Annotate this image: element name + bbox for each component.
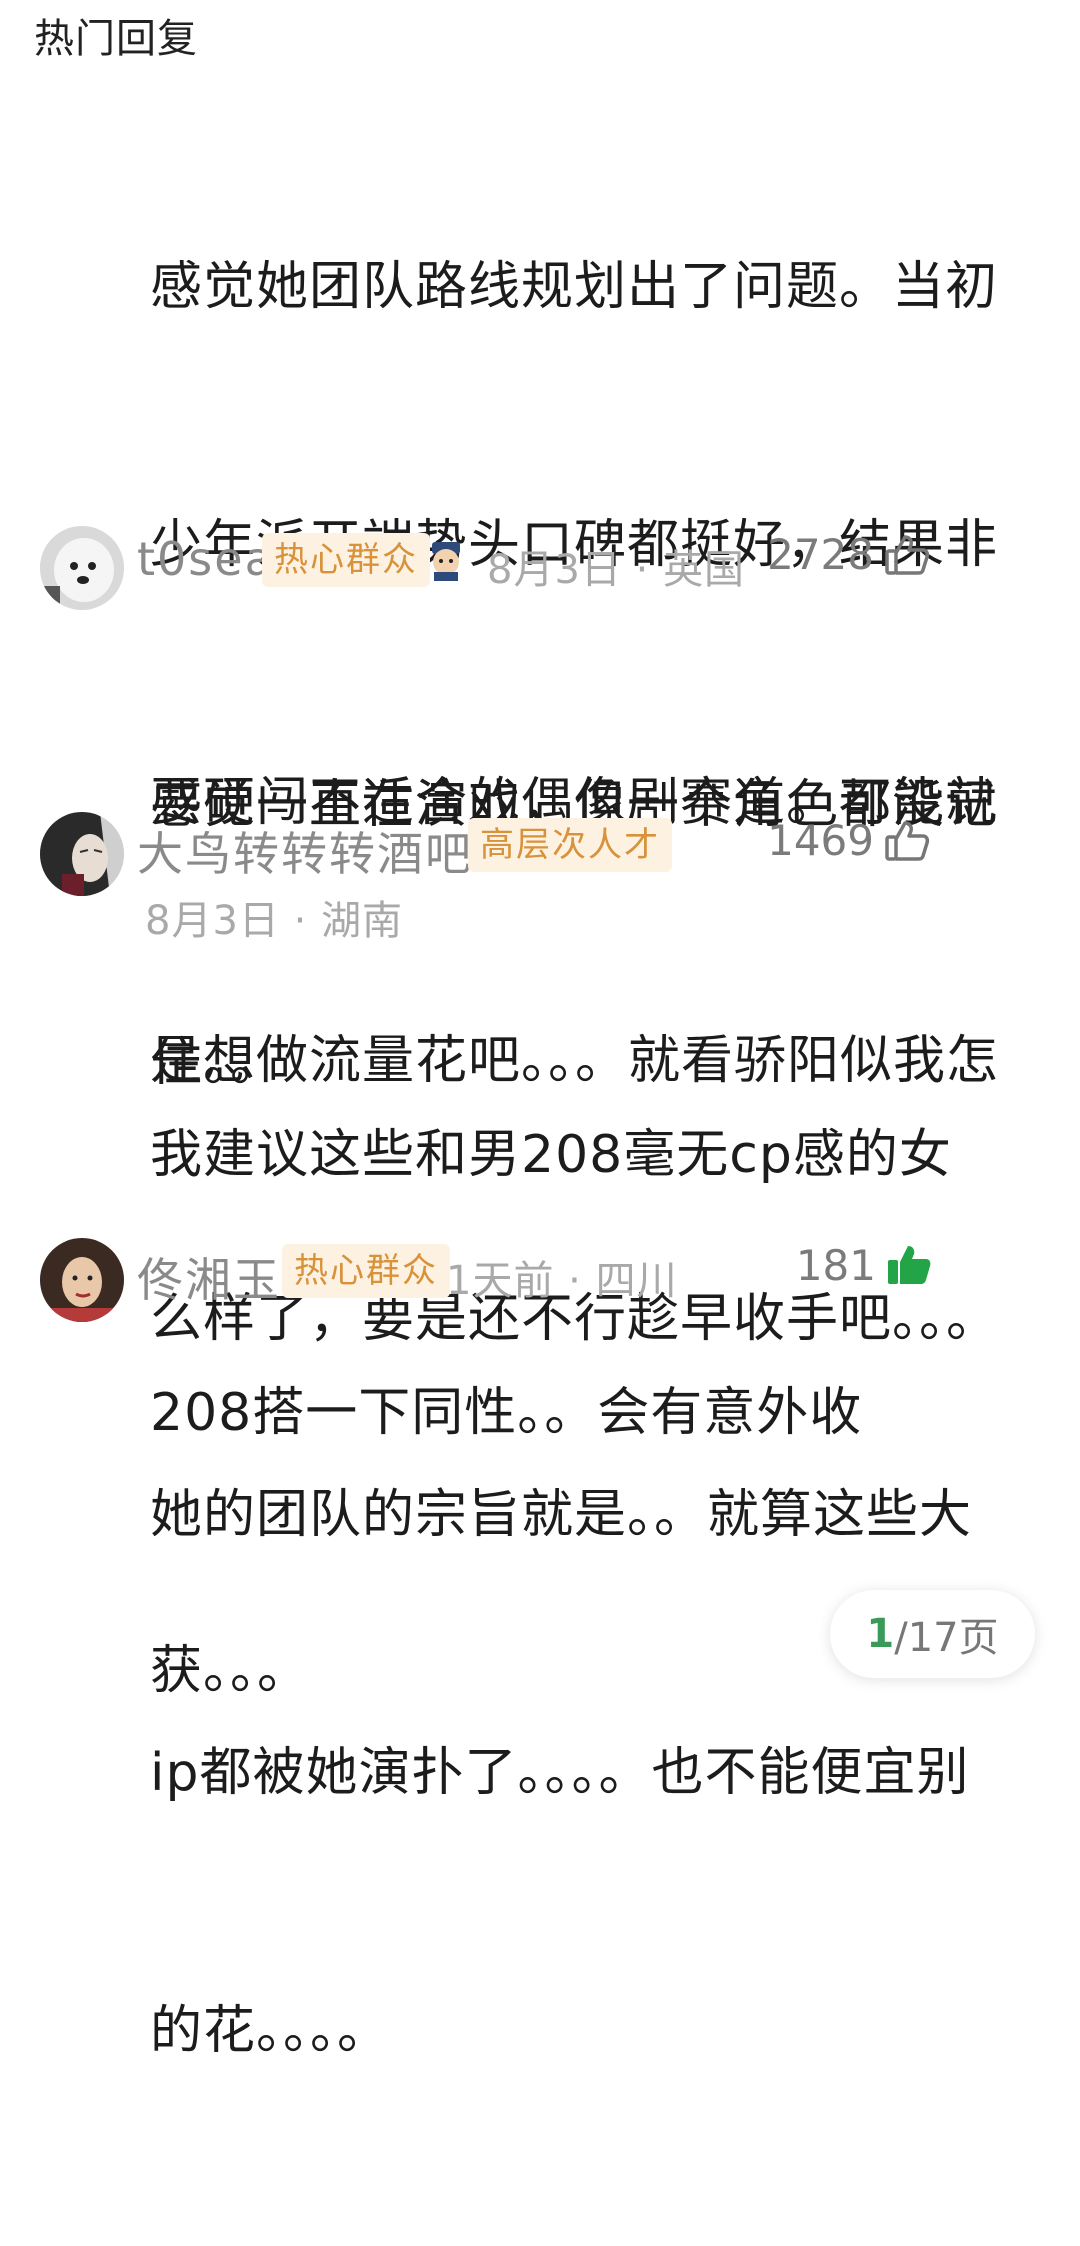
- comment-date: 1天前: [446, 1258, 555, 1304]
- comment-text: 她的团队的宗旨就是。。就算这些大 ip都被她演扑了。。。。也不能便宜别 的花。。…: [150, 1300, 1050, 2246]
- like-thumb-filled-icon[interactable]: [885, 1241, 933, 1289]
- comment-location: 英国: [663, 547, 746, 593]
- total-pages: /17页: [894, 1615, 999, 1661]
- section-title: 热门回复: [34, 16, 198, 62]
- comment-line: ip都被她演扑了。。。。也不能便宜别: [150, 1743, 970, 1803]
- page-indicator[interactable]: 1 /17页: [830, 1590, 1035, 1678]
- username[interactable]: t0sea: [137, 532, 275, 586]
- user-badge: 热心群众: [282, 1244, 450, 1298]
- comment-date: 8月3日: [145, 898, 280, 944]
- comment-line: 我建议这些和男208毫无cp感的女: [150, 1125, 952, 1185]
- user-badge: 高层次人才: [468, 818, 672, 872]
- comment-line: 感觉她团队路线规划出了问题。当初: [150, 257, 999, 317]
- comment-date: 8月3日: [487, 547, 622, 593]
- avatar[interactable]: [40, 812, 124, 896]
- meta-separator: ·: [635, 547, 664, 593]
- like-count: 1469: [767, 816, 874, 865]
- comment-location: 四川: [595, 1258, 678, 1304]
- like-thumb-icon[interactable]: [883, 817, 931, 865]
- comment-meta: 8月3日 · 湖南: [145, 888, 403, 946]
- comment-line: 的花。。。。: [150, 2001, 391, 2061]
- comment-meta: 1天前 · 四川: [446, 1248, 678, 1306]
- like-count: 2728: [767, 530, 874, 579]
- comment-meta: 8月3日 · 英国: [487, 537, 745, 595]
- avatar[interactable]: [40, 526, 124, 610]
- like-thumb-icon[interactable]: [883, 531, 931, 579]
- user-badge: 热心群众: [262, 533, 430, 587]
- comment-line: 她的团队的宗旨就是。。就算这些大: [150, 1485, 973, 1545]
- current-page: 1: [866, 1611, 895, 1657]
- avatar[interactable]: [40, 1238, 124, 1322]
- comment-location: 湖南: [321, 898, 404, 944]
- meta-separator: ·: [568, 1258, 596, 1304]
- like-count: 181: [795, 1241, 876, 1290]
- meta-separator: ·: [293, 898, 322, 944]
- police-emoji-icon: [424, 538, 468, 582]
- username[interactable]: 大鸟转转转酒吧: [137, 818, 473, 884]
